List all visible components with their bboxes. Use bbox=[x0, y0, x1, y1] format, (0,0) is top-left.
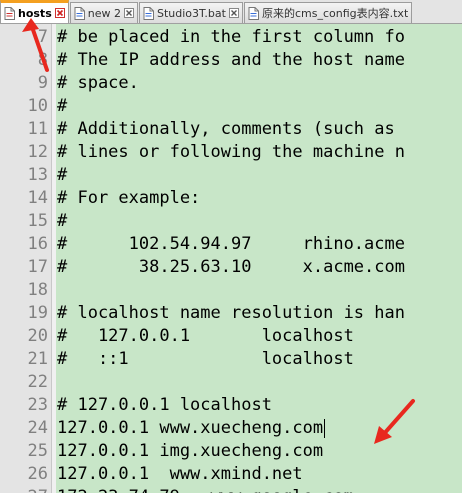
tab-label: Studio3T.bat bbox=[156, 6, 226, 20]
line-text[interactable]: # Additionally, comments (such as bbox=[57, 118, 395, 141]
code-line[interactable]: 21 # ::1 localhost bbox=[0, 348, 462, 371]
tab-label: 原来的cms_config表内容.txt bbox=[261, 7, 409, 20]
code-line[interactable]: 7 # be placed in the first column fo bbox=[0, 26, 462, 49]
line-number: 14 bbox=[27, 188, 48, 208]
line-text[interactable]: # be placed in the first column fo bbox=[57, 26, 405, 49]
code-line[interactable]: 10 # bbox=[0, 95, 462, 118]
code-line[interactable]: 15 # bbox=[0, 210, 462, 233]
tab-new-2[interactable]: new 2 bbox=[69, 2, 138, 23]
close-icon[interactable] bbox=[228, 8, 239, 18]
close-icon[interactable] bbox=[123, 8, 134, 18]
tab-label: hosts bbox=[18, 6, 52, 20]
line-text[interactable]: # localhost name resolution is han bbox=[57, 302, 405, 325]
line-number: 24 bbox=[27, 418, 48, 438]
code-line[interactable]: 23 # 127.0.0.1 localhost bbox=[0, 394, 462, 417]
line-number: 21 bbox=[27, 349, 48, 369]
line-number: 11 bbox=[27, 119, 48, 139]
line-text[interactable]: # ::1 localhost bbox=[57, 348, 354, 371]
tab-label: new 2 bbox=[87, 6, 121, 20]
line-text[interactable]: 127.0.0.1 www.xuecheng.com bbox=[57, 417, 323, 440]
line-number: 18 bbox=[27, 280, 48, 300]
editor-pane[interactable]: 7 # be placed in the first column fo 8 # Th… bbox=[0, 24, 462, 493]
line-text[interactable]: # 127.0.0.1 localhost bbox=[57, 325, 354, 348]
close-icon[interactable] bbox=[54, 8, 65, 18]
code-line[interactable]: 13 # bbox=[0, 164, 462, 187]
code-line[interactable]: 19 # localhost name resolution is han bbox=[0, 302, 462, 325]
code-line[interactable]: 11 # Additionally, comments (such as bbox=[0, 118, 462, 141]
tab-cms-config-txt[interactable]: 原来的cms_config表内容.txt bbox=[243, 2, 413, 23]
line-text[interactable]: 127.0.0.1 img.xuecheng.com bbox=[57, 440, 323, 463]
line-text[interactable]: # For example: bbox=[57, 187, 200, 210]
code-line[interactable]: 14 # For example: bbox=[0, 187, 462, 210]
code-line[interactable]: 16 # 102.54.94.97 rhino.acme bbox=[0, 233, 462, 256]
tab-studio3t-bat[interactable]: Studio3T.bat bbox=[138, 2, 243, 23]
file-icon bbox=[4, 6, 15, 20]
line-number: 7 bbox=[37, 27, 48, 47]
code-line[interactable]: 22 bbox=[0, 371, 462, 394]
line-number: 22 bbox=[27, 372, 48, 392]
tab-hosts[interactable]: hosts bbox=[0, 0, 69, 23]
code-line[interactable]: 12 # lines or following the machine n bbox=[0, 141, 462, 164]
notepad-plus-plus-window: hosts new 2 Studio3T.bat 原来的cms_config表内… bbox=[0, 0, 462, 493]
text-caret bbox=[324, 419, 325, 438]
line-number: 25 bbox=[27, 441, 48, 461]
code-line[interactable]: 8 # The IP address and the host name bbox=[0, 49, 462, 72]
code-line[interactable]: 24 127.0.0.1 www.xuecheng.com bbox=[0, 417, 462, 440]
line-text[interactable]: # lines or following the machine n bbox=[57, 141, 405, 164]
file-icon bbox=[248, 6, 259, 20]
code-line[interactable]: 25 127.0.0.1 img.xuecheng.com bbox=[0, 440, 462, 463]
line-number: 17 bbox=[27, 257, 48, 277]
line-number: 20 bbox=[27, 326, 48, 346]
file-icon bbox=[143, 6, 154, 20]
file-icon bbox=[74, 6, 85, 20]
line-text[interactable]: # bbox=[57, 210, 67, 233]
line-text[interactable]: # The IP address and the host name bbox=[57, 49, 405, 72]
line-text[interactable]: # space. bbox=[57, 72, 139, 95]
line-number: 8 bbox=[37, 50, 48, 70]
code-line[interactable]: 26 127.0.0.1 www.xmind.net bbox=[0, 463, 462, 486]
code-line[interactable]: 20 # 127.0.0.1 localhost bbox=[0, 325, 462, 348]
line-text[interactable]: # bbox=[57, 95, 67, 118]
code-line[interactable]: 27 172.23.74.79 www.google.com bbox=[0, 486, 462, 493]
line-number: 13 bbox=[27, 165, 48, 185]
line-text[interactable]: # 102.54.94.97 rhino.acme bbox=[57, 233, 405, 256]
line-text[interactable]: 172.23.74.79 www.google.com bbox=[57, 486, 354, 493]
line-number: 16 bbox=[27, 234, 48, 254]
code-line[interactable]: 17 # 38.25.63.10 x.acme.com bbox=[0, 256, 462, 279]
line-text[interactable]: # 127.0.0.1 localhost bbox=[57, 394, 272, 417]
line-number: 9 bbox=[37, 73, 48, 93]
line-number: 23 bbox=[27, 395, 48, 415]
line-number: 10 bbox=[27, 96, 48, 116]
line-text[interactable]: # bbox=[57, 164, 67, 187]
line-number: 15 bbox=[27, 211, 48, 231]
line-number: 19 bbox=[27, 303, 48, 323]
line-number: 27 bbox=[0, 486, 48, 493]
code-line[interactable]: 18 bbox=[0, 279, 462, 302]
line-number: 12 bbox=[27, 142, 48, 162]
tab-bar: hosts new 2 Studio3T.bat 原来的cms_config表内… bbox=[0, 0, 462, 24]
line-number: 26 bbox=[27, 464, 48, 484]
line-text[interactable]: 127.0.0.1 www.xmind.net bbox=[57, 463, 303, 486]
code-line[interactable]: 9 # space. bbox=[0, 72, 462, 95]
line-text[interactable]: # 38.25.63.10 x.acme.com bbox=[57, 256, 405, 279]
